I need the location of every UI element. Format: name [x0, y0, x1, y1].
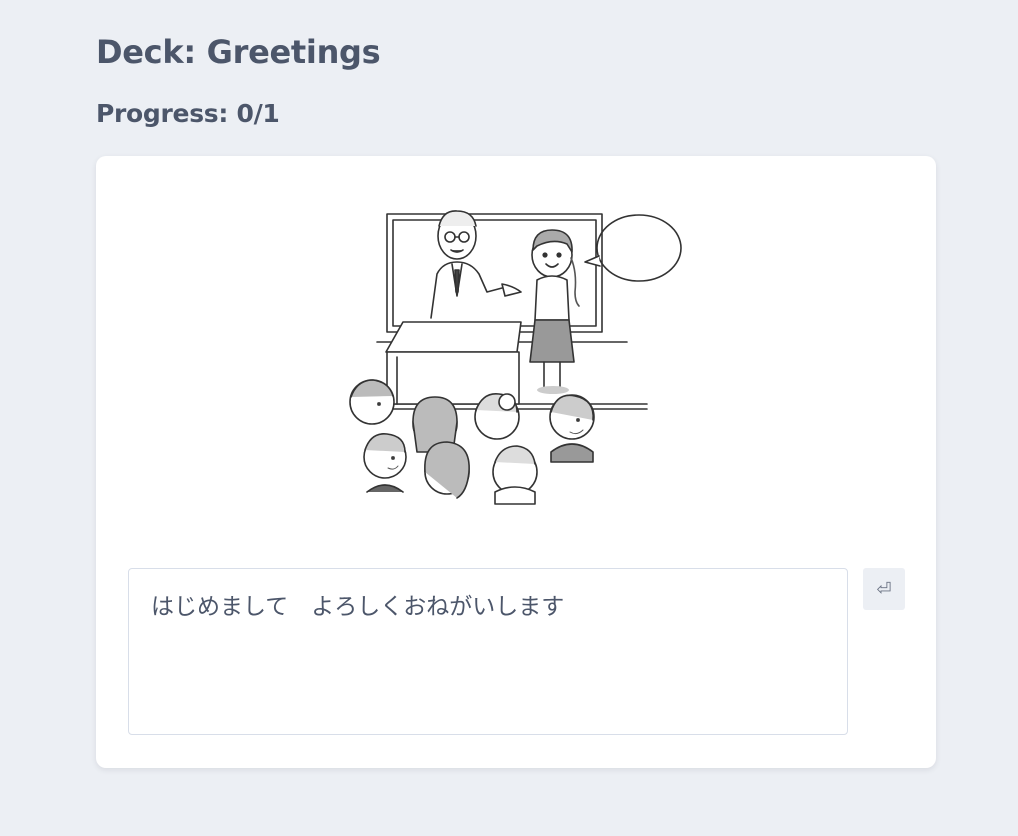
answer-input[interactable]: はじめまして よろしくおねがいします — [129, 569, 847, 734]
flashcard: はじめまして よろしくおねがいします ⏎ — [96, 156, 936, 768]
deck-title: Deck: Greetings — [96, 33, 381, 71]
submit-button[interactable]: ⏎ — [863, 568, 905, 610]
return-icon: ⏎ — [876, 578, 892, 599]
page: Deck: Greetings Progress: 0/1 はじめまして よろし… — [0, 0, 1018, 836]
answer-input-box[interactable]: はじめまして よろしくおねがいします — [128, 568, 848, 735]
classroom-illustration — [349, 210, 682, 505]
progress-label: Progress: 0/1 — [96, 99, 280, 128]
